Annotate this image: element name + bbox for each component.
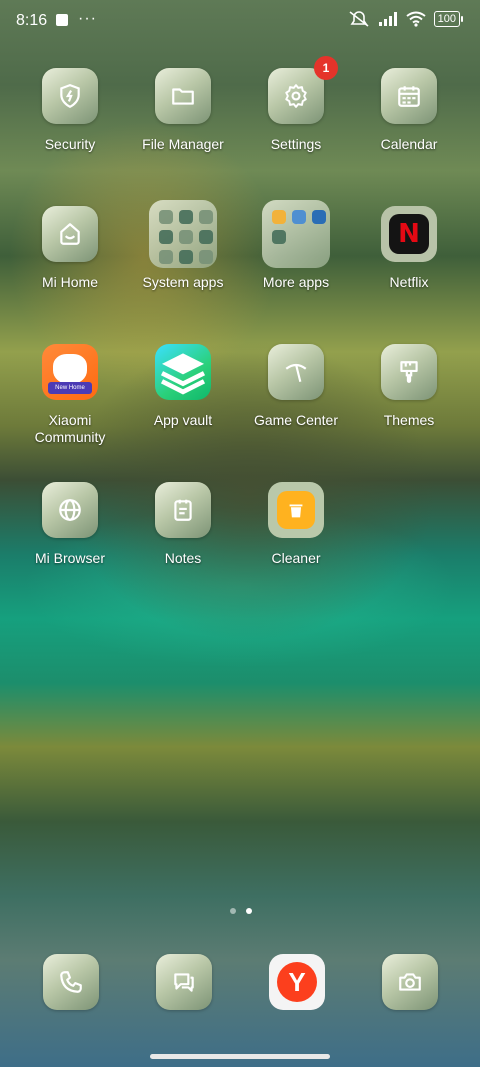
app-label: Themes: [383, 412, 435, 428]
notification-square-icon: [56, 14, 68, 26]
messages-icon: [156, 954, 212, 1010]
yandex-icon: Y: [269, 954, 325, 1010]
dock-messages[interactable]: [156, 954, 212, 1010]
layers-icon: [155, 344, 211, 400]
app-label: Security: [44, 136, 96, 152]
app-themes[interactable]: Themes: [354, 344, 464, 429]
gear-icon: 1: [268, 56, 338, 124]
page-indicator: [230, 908, 252, 914]
app-game-center[interactable]: Game Center: [241, 344, 351, 429]
game-icon: [268, 344, 324, 400]
folder-grid-icon: [149, 200, 217, 268]
page-dot-active: [246, 908, 252, 914]
status-time: 8:16: [16, 12, 48, 29]
battery-icon: 100: [433, 11, 464, 27]
app-label: Settings: [270, 136, 322, 152]
app-label: System apps: [142, 274, 224, 290]
app-calendar[interactable]: Calendar: [354, 68, 464, 153]
notes-icon: [155, 482, 211, 538]
app-label: Notes: [164, 550, 202, 566]
app-mi-home[interactable]: Mi Home: [15, 206, 125, 291]
folder-grid-icon: [262, 200, 330, 268]
home-indicator[interactable]: [150, 1054, 330, 1059]
mute-alarm-icon: [349, 11, 369, 27]
dock-phone[interactable]: [43, 954, 99, 1010]
wifi-icon: [406, 11, 426, 27]
dock-camera[interactable]: [382, 954, 438, 1010]
brush-icon: [381, 344, 437, 400]
app-label: File Manager: [142, 136, 224, 152]
app-label: Game Center: [253, 412, 339, 428]
app-security[interactable]: Security: [15, 68, 125, 153]
app-label: Xiaomi Community: [34, 412, 106, 445]
app-netflix[interactable]: N Netflix: [354, 206, 464, 291]
app-label: Mi Home: [41, 274, 98, 290]
app-xiaomi-community[interactable]: New Home Xiaomi Community: [15, 344, 125, 446]
dock-yandex-browser[interactable]: Y: [269, 954, 325, 1010]
folder-more-apps[interactable]: More apps: [241, 200, 351, 291]
app-label: Netflix: [389, 274, 429, 290]
camera-icon: [382, 954, 438, 1010]
app-file-manager[interactable]: File Manager: [128, 68, 238, 153]
app-label: App vault: [153, 412, 213, 428]
page-dot: [230, 908, 236, 914]
more-dots-icon: ···: [78, 10, 97, 27]
folder-system-apps[interactable]: System apps: [128, 200, 238, 291]
app-label: Calendar: [380, 136, 438, 152]
app-label: Mi Browser: [34, 550, 105, 566]
netflix-icon: N: [381, 206, 437, 262]
trash-icon: [268, 482, 324, 538]
app-label: Cleaner: [271, 550, 321, 566]
home-icon: [42, 206, 98, 262]
app-cleaner[interactable]: Cleaner: [241, 482, 351, 567]
shield-icon: [42, 68, 98, 124]
app-app-vault[interactable]: App vault: [128, 344, 238, 429]
app-label: More apps: [262, 274, 330, 290]
app-mi-browser[interactable]: Mi Browser: [15, 482, 125, 567]
folder-icon: [155, 68, 211, 124]
status-bar: 8:16 ··· 100: [0, 0, 480, 40]
notification-badge: 1: [314, 56, 338, 80]
phone-icon: [43, 954, 99, 1010]
app-settings[interactable]: 1 Settings: [241, 56, 351, 153]
globe-icon: [42, 482, 98, 538]
calendar-icon: [381, 68, 437, 124]
signal-icon: [378, 12, 397, 26]
community-icon: New Home: [42, 344, 98, 400]
app-notes[interactable]: Notes: [128, 482, 238, 567]
